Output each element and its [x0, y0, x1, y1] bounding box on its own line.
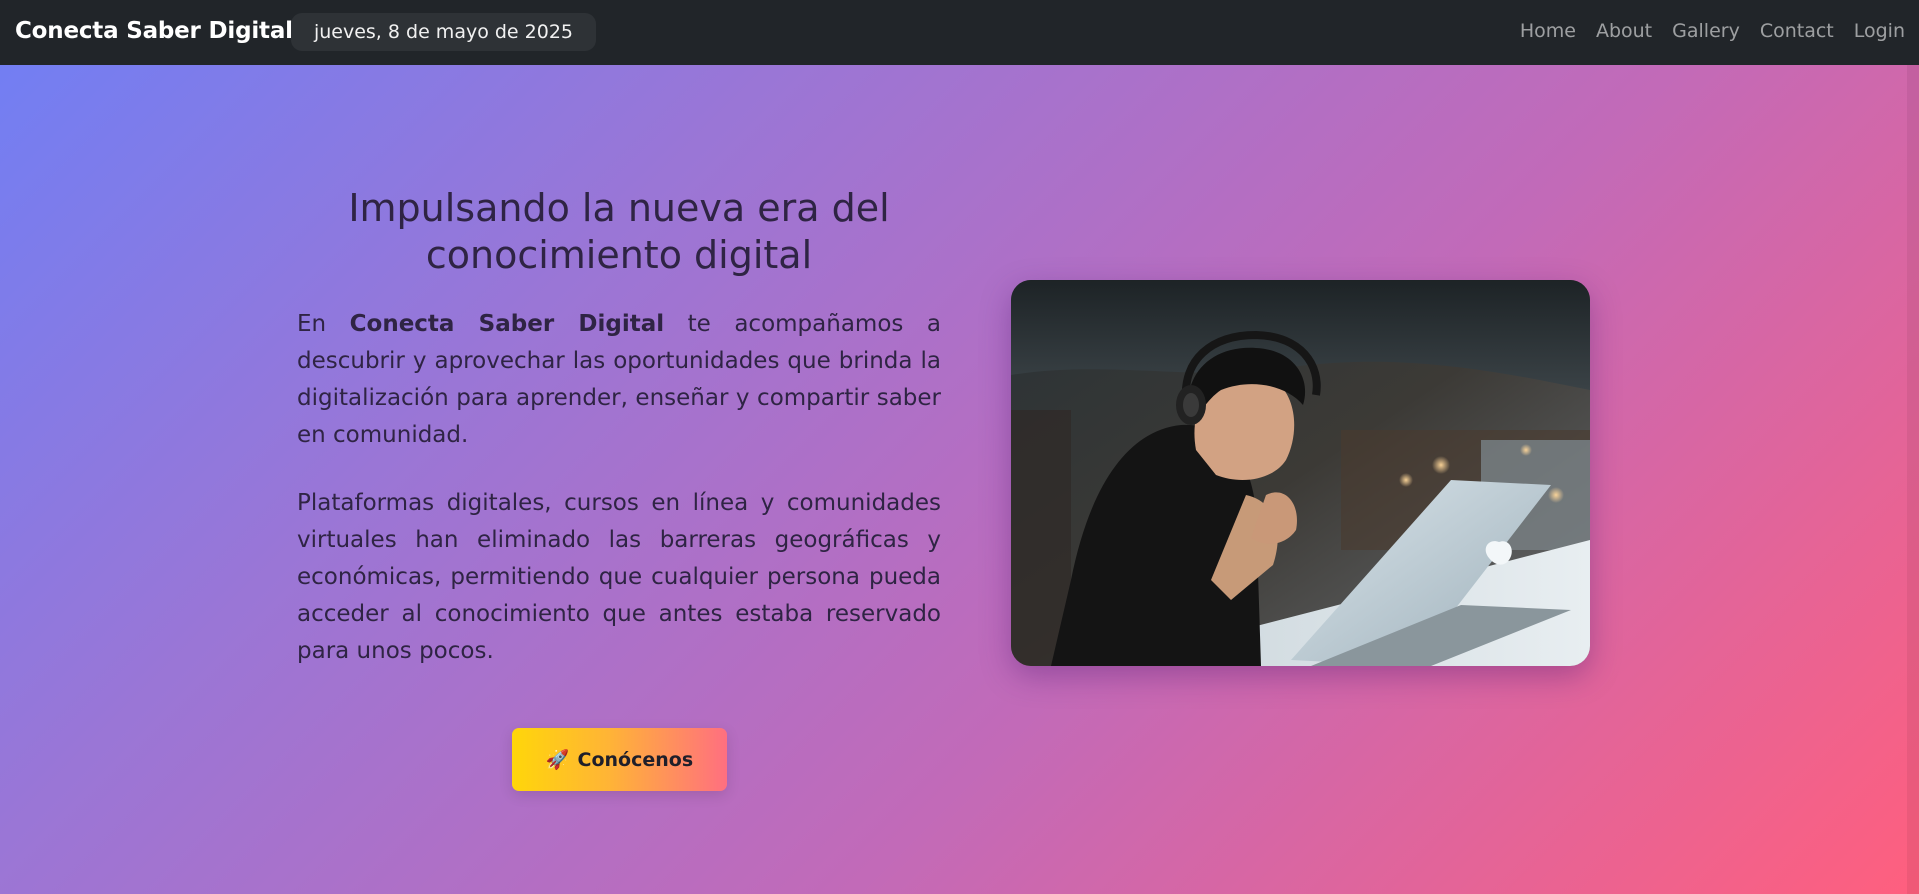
hero-title: Impulsando la nueva era del conocimiento… — [348, 186, 890, 277]
date-badge: jueves, 8 de mayo de 2025 — [291, 13, 596, 51]
hero-paragraph-secondary: Plataformas digitales, cursos en línea y… — [297, 490, 941, 664]
nav-links: Home About Gallery Contact Login — [1520, 20, 1905, 42]
nav-link-gallery[interactable]: Gallery — [1672, 20, 1740, 42]
conocenos-button-label: Conócenos — [577, 748, 694, 771]
man-laptop-headphones-image — [1011, 280, 1590, 666]
intro-text-before: En — [297, 311, 350, 337]
nav-link-contact[interactable]: Contact — [1760, 20, 1834, 42]
nav-link-login[interactable]: Login — [1854, 20, 1905, 42]
nav-link-home[interactable]: Home — [1520, 20, 1576, 42]
intro-brand-highlight: Conecta Saber Digital — [349, 311, 665, 337]
rocket-icon: 🚀 — [545, 749, 570, 771]
nav-link-about[interactable]: About — [1596, 20, 1652, 42]
conocenos-button[interactable]: 🚀 Conócenos — [512, 728, 727, 791]
brand-logo-text[interactable]: Conecta Saber Digital — [15, 18, 293, 44]
top-navbar: Conecta Saber Digital jueves, 8 de mayo … — [0, 0, 1919, 65]
hero-photo — [1011, 280, 1590, 666]
page-scrollbar[interactable] — [1907, 65, 1919, 894]
hero-paragraph-intro: En Conecta Saber Digital te acompañamos … — [297, 306, 941, 454]
